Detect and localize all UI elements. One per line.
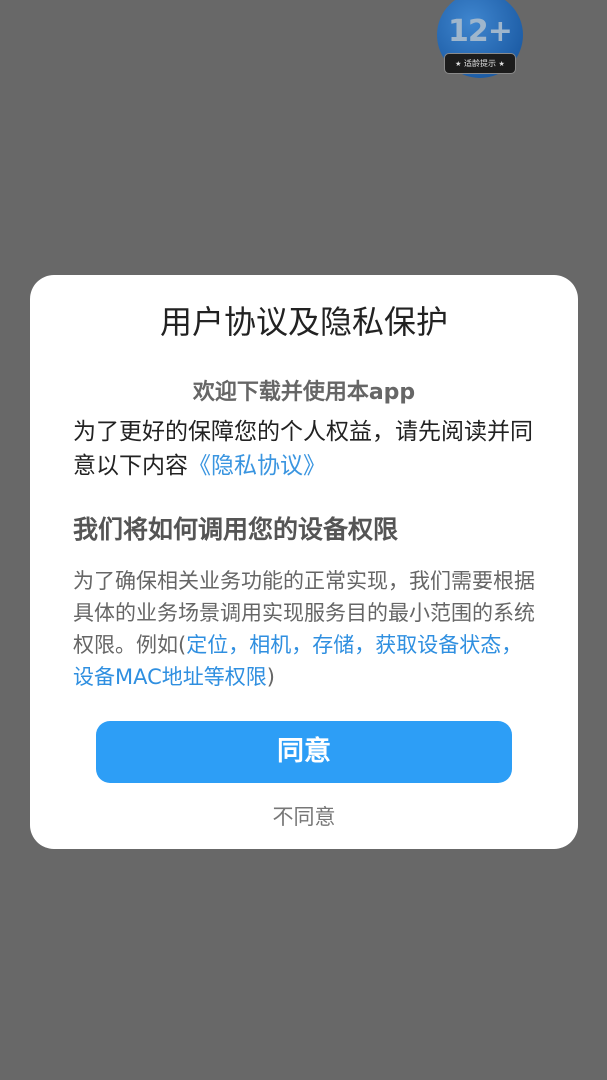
star-icon: ★ <box>455 60 462 68</box>
dialog-title: 用户协议及隐私保护 <box>159 303 448 341</box>
welcome-text: 欢迎下载并使用本app <box>192 380 416 405</box>
permissions-section-title: 我们将如何调用您的设备权限 <box>73 515 399 544</box>
age-rating-badge: 12+ ★ 适龄提示 ★ <box>437 0 523 80</box>
permissions-section-body: 为了确保相关业务功能的正常实现，我们需要根据具体的业务场景调用实现服务目的最小范… <box>73 565 543 693</box>
permissions-body-suffix: ) <box>266 665 275 689</box>
star-icon: ★ <box>498 60 505 68</box>
disagree-button[interactable]: 不同意 <box>30 801 578 831</box>
agree-button[interactable]: 同意 <box>96 721 512 783</box>
privacy-policy-link[interactable]: 《隐私协议》 <box>188 453 326 479</box>
age-rating-number: 12+ <box>448 14 513 49</box>
screen: 12+ ★ 适龄提示 ★ 用户协议及隐私保护 欢迎下载并使用本app 为了更好的… <box>0 0 607 1080</box>
privacy-dialog: 用户协议及隐私保护 欢迎下载并使用本app 为了更好的保障您的个人权益，请先阅读… <box>30 275 578 849</box>
intro-paragraph: 为了更好的保障您的个人权益，请先阅读并同意以下内容《隐私协议》 <box>73 415 543 483</box>
age-rating-label: 适龄提示 <box>464 59 496 68</box>
age-rating-plate: ★ 适龄提示 ★ <box>444 53 516 74</box>
